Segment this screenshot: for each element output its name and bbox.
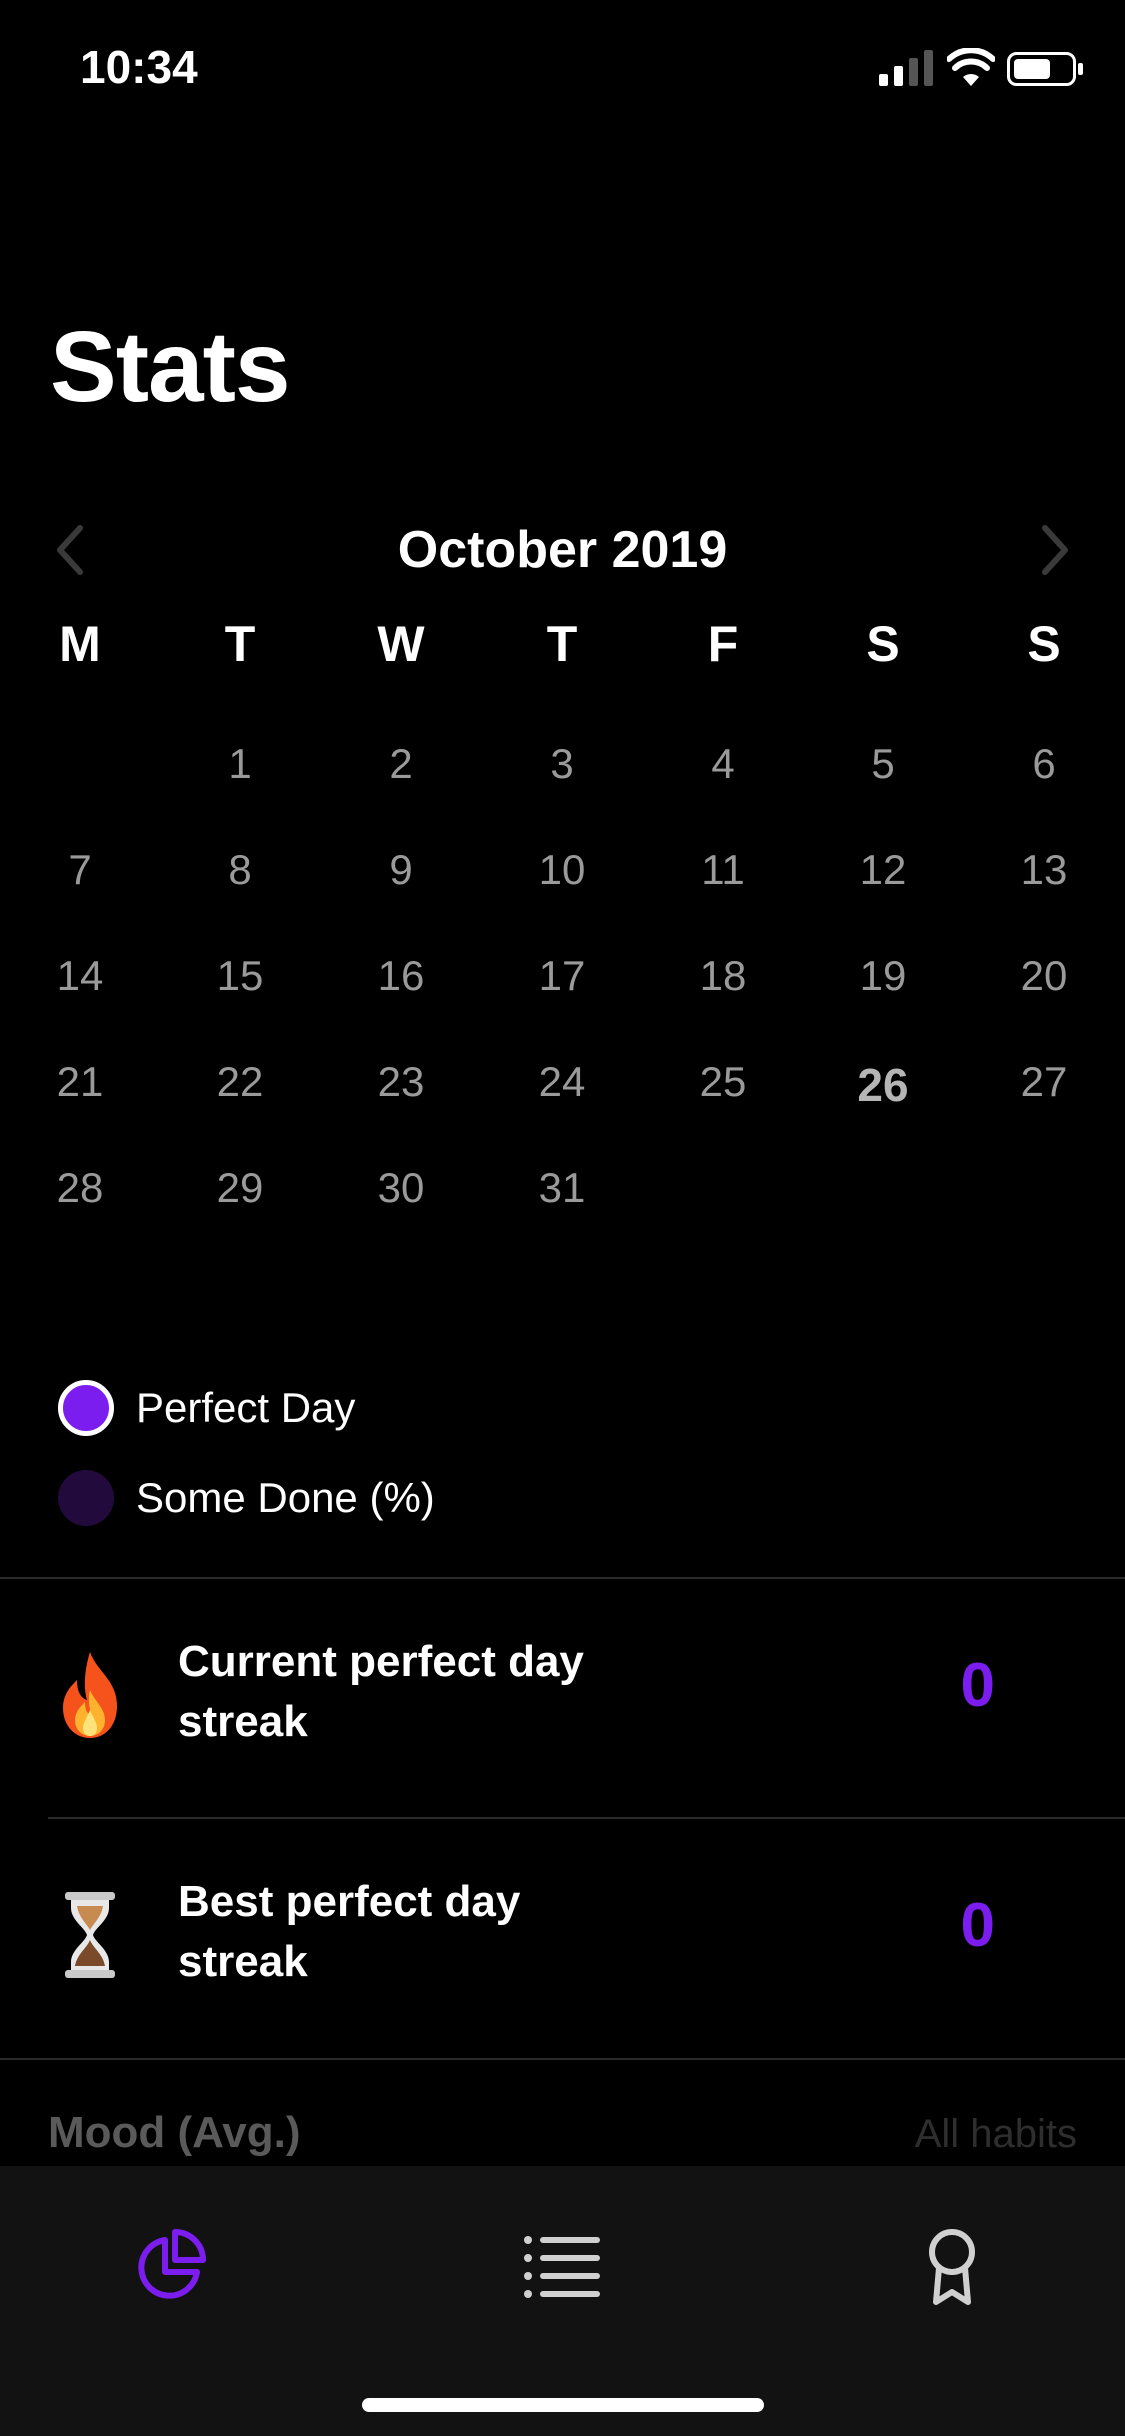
chevron-right-icon[interactable] bbox=[1035, 522, 1075, 578]
weekday-row: MTWTFSS bbox=[0, 615, 1125, 685]
mood-section-title: Mood (Avg.) bbox=[48, 2108, 301, 2157]
calendar-day[interactable]: 20 bbox=[984, 952, 1104, 1000]
list-icon[interactable] bbox=[522, 2226, 602, 2306]
weekday-label: T bbox=[546, 616, 578, 672]
tab-bar bbox=[0, 2166, 1125, 2436]
weekday-label: S bbox=[1027, 616, 1061, 672]
home-indicator bbox=[362, 2398, 764, 2412]
calendar-day[interactable]: 23 bbox=[341, 1058, 461, 1106]
perfect-day-dot bbox=[58, 1380, 114, 1436]
signal-icon bbox=[879, 50, 933, 86]
battery-icon bbox=[1007, 52, 1083, 86]
calendar-day[interactable]: 29 bbox=[180, 1164, 300, 1212]
calendar-day[interactable]: 28 bbox=[20, 1164, 140, 1212]
calendar-day[interactable]: 10 bbox=[502, 846, 622, 894]
calendar-day[interactable]: 16 bbox=[341, 952, 461, 1000]
current-streak-label: Current perfect day streak bbox=[178, 1637, 584, 1746]
current-streak-row: Current perfect day streak 0 bbox=[0, 1580, 1125, 1820]
award-icon[interactable] bbox=[912, 2226, 992, 2306]
mood-filter-button[interactable]: All habits bbox=[915, 2112, 1077, 2157]
calendar-day[interactable]: 19 bbox=[823, 952, 943, 1000]
divider bbox=[0, 2058, 1125, 2060]
calendar-day[interactable]: 11 bbox=[663, 846, 783, 894]
hourglass-icon bbox=[65, 1892, 115, 1978]
calendar-day[interactable]: 8 bbox=[180, 846, 300, 894]
legend-label-perfect-day: Perfect Day bbox=[136, 1384, 356, 1431]
fire-icon bbox=[63, 1652, 117, 1738]
weekday-label: W bbox=[377, 616, 425, 672]
weekday-label: T bbox=[224, 616, 256, 672]
calendar-day[interactable]: 3 bbox=[502, 740, 622, 788]
status-bar: 10:34 bbox=[0, 0, 1125, 135]
calendar-day[interactable]: 27 bbox=[984, 1058, 1104, 1106]
calendar-month-label: October 2019 bbox=[397, 521, 728, 579]
calendar-day[interactable]: 31 bbox=[502, 1164, 622, 1212]
calendar-day[interactable]: 17 bbox=[502, 952, 622, 1000]
status-time: 10:34 bbox=[80, 41, 198, 93]
weekday-label: S bbox=[866, 616, 900, 672]
calendar-day[interactable]: 18 bbox=[663, 952, 783, 1000]
calendar-day[interactable]: 12 bbox=[823, 846, 943, 894]
calendar-day[interactable]: 25 bbox=[663, 1058, 783, 1106]
calendar-day[interactable]: 21 bbox=[20, 1058, 140, 1106]
calendar-day[interactable]: 1 bbox=[180, 740, 300, 788]
weekday-label: F bbox=[707, 616, 739, 672]
current-streak-value: 0 bbox=[960, 1651, 995, 1720]
calendar-day-today[interactable]: 26 bbox=[823, 1058, 943, 1112]
some-done-dot bbox=[58, 1470, 114, 1526]
calendar-day[interactable]: 5 bbox=[823, 740, 943, 788]
divider bbox=[48, 1817, 1125, 1819]
calendar-day[interactable]: 9 bbox=[341, 846, 461, 894]
calendar-day[interactable]: 13 bbox=[984, 846, 1104, 894]
page-title: Stats bbox=[50, 311, 291, 423]
best-streak-value: 0 bbox=[960, 1891, 995, 1960]
calendar-day[interactable]: 15 bbox=[180, 952, 300, 1000]
best-streak-row: Best perfect day streak 0 bbox=[0, 1820, 1125, 2060]
calendar-day[interactable]: 7 bbox=[20, 846, 140, 894]
weekday-label: M bbox=[59, 616, 101, 672]
calendar-day[interactable]: 22 bbox=[180, 1058, 300, 1106]
calendar-day[interactable]: 2 bbox=[341, 740, 461, 788]
calendar-header: October 2019 bbox=[0, 510, 1125, 590]
calendar-day[interactable]: 14 bbox=[20, 952, 140, 1000]
calendar-day[interactable]: 4 bbox=[663, 740, 783, 788]
wifi-icon bbox=[947, 48, 995, 86]
calendar-day[interactable]: 6 bbox=[984, 740, 1104, 788]
calendar-day[interactable]: 30 bbox=[341, 1164, 461, 1212]
best-streak-label: Best perfect day streak bbox=[178, 1877, 521, 1986]
divider bbox=[0, 1577, 1125, 1579]
pie-chart-icon[interactable] bbox=[131, 2226, 211, 2306]
legend-label-some-done: Some Done (%) bbox=[136, 1474, 435, 1521]
calendar-day[interactable]: 24 bbox=[502, 1058, 622, 1106]
